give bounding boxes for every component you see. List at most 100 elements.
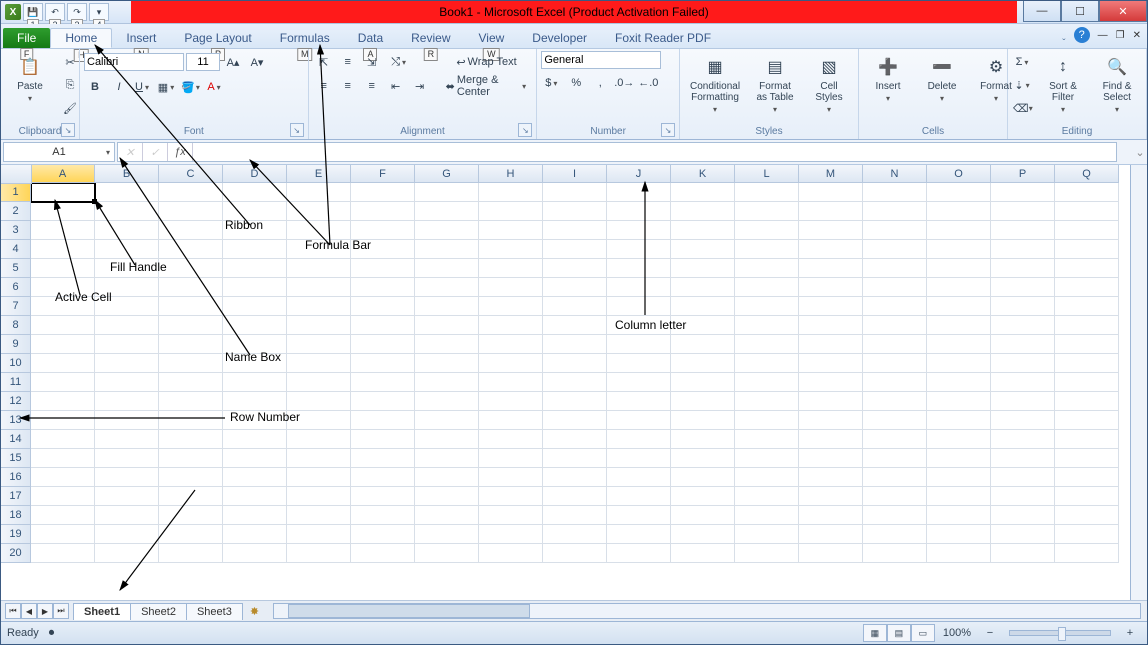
- cell[interactable]: [415, 259, 479, 278]
- cell[interactable]: [863, 354, 927, 373]
- cell[interactable]: [927, 221, 991, 240]
- cell[interactable]: [1055, 183, 1119, 202]
- cell[interactable]: [1055, 202, 1119, 221]
- cell[interactable]: [543, 487, 607, 506]
- cell[interactable]: [543, 221, 607, 240]
- cell[interactable]: [799, 373, 863, 392]
- cell[interactable]: [223, 316, 287, 335]
- cell[interactable]: [671, 449, 735, 468]
- cell[interactable]: [863, 278, 927, 297]
- cell[interactable]: [159, 316, 223, 335]
- tab-page-layout[interactable]: Page LayoutP: [170, 28, 265, 48]
- cell[interactable]: [543, 183, 607, 202]
- align-top-button[interactable]: ⇱: [313, 51, 335, 73]
- cell[interactable]: [351, 430, 415, 449]
- mdi-minimize-icon[interactable]: —: [1098, 30, 1108, 41]
- cell[interactable]: [351, 259, 415, 278]
- cell[interactable]: [31, 373, 95, 392]
- cell[interactable]: [287, 468, 351, 487]
- decrease-font-button[interactable]: A▾: [246, 51, 268, 73]
- increase-decimal-button[interactable]: .0→: [613, 72, 635, 94]
- cell[interactable]: [607, 240, 671, 259]
- cell[interactable]: [671, 525, 735, 544]
- cell[interactable]: [351, 525, 415, 544]
- cell[interactable]: [159, 221, 223, 240]
- cell[interactable]: [991, 430, 1055, 449]
- percent-format-button[interactable]: %: [565, 72, 587, 94]
- number-format-combo[interactable]: [541, 51, 661, 69]
- paste-button[interactable]: 📋 Paste▾: [5, 51, 55, 107]
- find-select-button[interactable]: 🔍Find & Select▾: [1092, 51, 1142, 118]
- cell[interactable]: [735, 392, 799, 411]
- cell[interactable]: [671, 297, 735, 316]
- cell[interactable]: [991, 202, 1055, 221]
- cell[interactable]: [543, 335, 607, 354]
- cell[interactable]: [287, 544, 351, 563]
- column-header[interactable]: K: [671, 165, 735, 183]
- column-header[interactable]: P: [991, 165, 1055, 183]
- cell[interactable]: [735, 259, 799, 278]
- maximize-button[interactable]: ☐: [1061, 1, 1099, 22]
- cell[interactable]: [991, 506, 1055, 525]
- cell[interactable]: [863, 183, 927, 202]
- cell[interactable]: [479, 259, 543, 278]
- font-size-combo[interactable]: [186, 53, 220, 71]
- column-header[interactable]: G: [415, 165, 479, 183]
- conditional-formatting-button[interactable]: ▦Conditional Formatting▾: [684, 51, 746, 118]
- cell[interactable]: [95, 411, 159, 430]
- cell[interactable]: [287, 430, 351, 449]
- cell[interactable]: [287, 449, 351, 468]
- cell[interactable]: [671, 468, 735, 487]
- cell[interactable]: [415, 487, 479, 506]
- cell[interactable]: [287, 525, 351, 544]
- cell[interactable]: [927, 183, 991, 202]
- cell[interactable]: [607, 411, 671, 430]
- cell[interactable]: [991, 297, 1055, 316]
- cell[interactable]: [159, 487, 223, 506]
- cell[interactable]: [735, 430, 799, 449]
- row-header[interactable]: 14: [1, 430, 31, 449]
- cell[interactable]: [607, 525, 671, 544]
- accounting-format-button[interactable]: $▾: [541, 72, 563, 94]
- cell[interactable]: [735, 240, 799, 259]
- row-header[interactable]: 4: [1, 240, 31, 259]
- cell[interactable]: [223, 297, 287, 316]
- cell[interactable]: [607, 392, 671, 411]
- cell[interactable]: [671, 240, 735, 259]
- cell[interactable]: [479, 183, 543, 202]
- cell[interactable]: [799, 335, 863, 354]
- cell[interactable]: [223, 278, 287, 297]
- cell[interactable]: [991, 316, 1055, 335]
- cell[interactable]: [927, 468, 991, 487]
- cell[interactable]: [927, 240, 991, 259]
- cell[interactable]: [223, 468, 287, 487]
- row-header[interactable]: 12: [1, 392, 31, 411]
- cell[interactable]: [287, 278, 351, 297]
- cell[interactable]: [607, 297, 671, 316]
- name-box[interactable]: A1▾: [3, 142, 115, 162]
- cell[interactable]: [991, 183, 1055, 202]
- increase-font-button[interactable]: A▴: [222, 51, 244, 73]
- increase-indent-button[interactable]: ⇥: [409, 75, 431, 97]
- cell[interactable]: [607, 544, 671, 563]
- cell[interactable]: [223, 449, 287, 468]
- cell[interactable]: [415, 525, 479, 544]
- prev-sheet-button[interactable]: ◀: [21, 603, 37, 619]
- cell[interactable]: [991, 487, 1055, 506]
- sheet-tab[interactable]: Sheet3: [186, 603, 243, 620]
- cell[interactable]: [31, 202, 95, 221]
- normal-view-button[interactable]: ▦: [863, 624, 887, 642]
- row-header[interactable]: 17: [1, 487, 31, 506]
- cell[interactable]: [543, 525, 607, 544]
- cell[interactable]: [159, 335, 223, 354]
- cell[interactable]: [95, 316, 159, 335]
- cell[interactable]: [799, 240, 863, 259]
- format-painter-button[interactable]: 🖌: [59, 97, 81, 119]
- cell[interactable]: [799, 430, 863, 449]
- cell[interactable]: [799, 259, 863, 278]
- vertical-scrollbar[interactable]: [1130, 165, 1147, 600]
- cell[interactable]: [991, 335, 1055, 354]
- sort-filter-button[interactable]: ↕Sort & Filter▾: [1038, 51, 1088, 118]
- help-icon[interactable]: ?: [1074, 27, 1090, 43]
- cell[interactable]: [543, 259, 607, 278]
